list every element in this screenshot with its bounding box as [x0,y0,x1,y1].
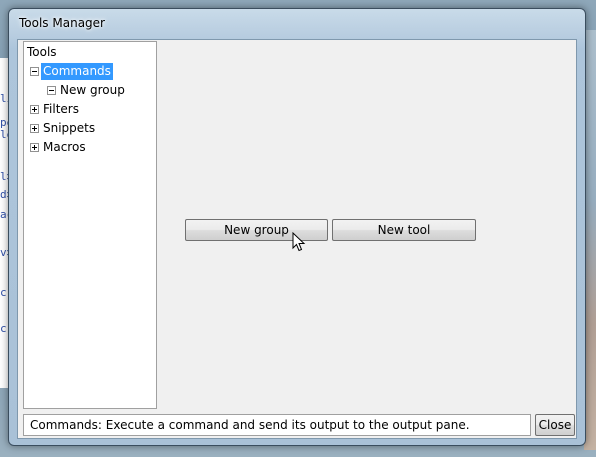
background-text-fragment: c [0,322,7,335]
tree-item-filters[interactable]: Filters [30,101,150,118]
status-bar: Commands: Execute a command and send its… [23,414,531,436]
background-text-fragment: c [0,286,7,299]
tree-item-label: Filters [43,102,79,116]
tree-item-snippets[interactable]: Snippets [30,120,150,137]
expand-toggle-icon[interactable] [30,124,39,133]
tree-item-label: New group [60,83,125,97]
tree-root-tools[interactable]: Tools [27,44,57,61]
new-tool-button[interactable]: New tool [332,219,476,241]
tree-item-label: Commands [41,63,113,80]
tree-item-new-group[interactable]: New group [47,82,152,99]
new-group-button[interactable]: New group [185,219,328,241]
tree-item-label: Macros [43,140,86,154]
expand-toggle-icon[interactable] [30,143,39,152]
window-title: Tools Manager [19,16,105,30]
tools-tree[interactable]: Tools Commands New group Filters Snippet… [23,41,157,409]
collapse-toggle-icon[interactable] [47,86,56,95]
title-bar[interactable]: Tools Manager [9,9,585,37]
tree-item-commands[interactable]: Commands [30,63,150,80]
tools-manager-dialog: Tools Manager Tools Commands New group F… [8,8,586,446]
close-button[interactable]: Close [535,414,575,436]
status-text: Commands: Execute a command and send its… [30,418,470,432]
tree-item-label: Snippets [43,121,96,135]
expand-toggle-icon[interactable] [30,105,39,114]
collapse-toggle-icon[interactable] [30,67,39,76]
mouse-pointer-icon [292,232,306,252]
tree-root-label: Tools [27,45,57,59]
tree-item-macros[interactable]: Macros [30,139,150,156]
details-pane: New group New tool [158,41,571,409]
